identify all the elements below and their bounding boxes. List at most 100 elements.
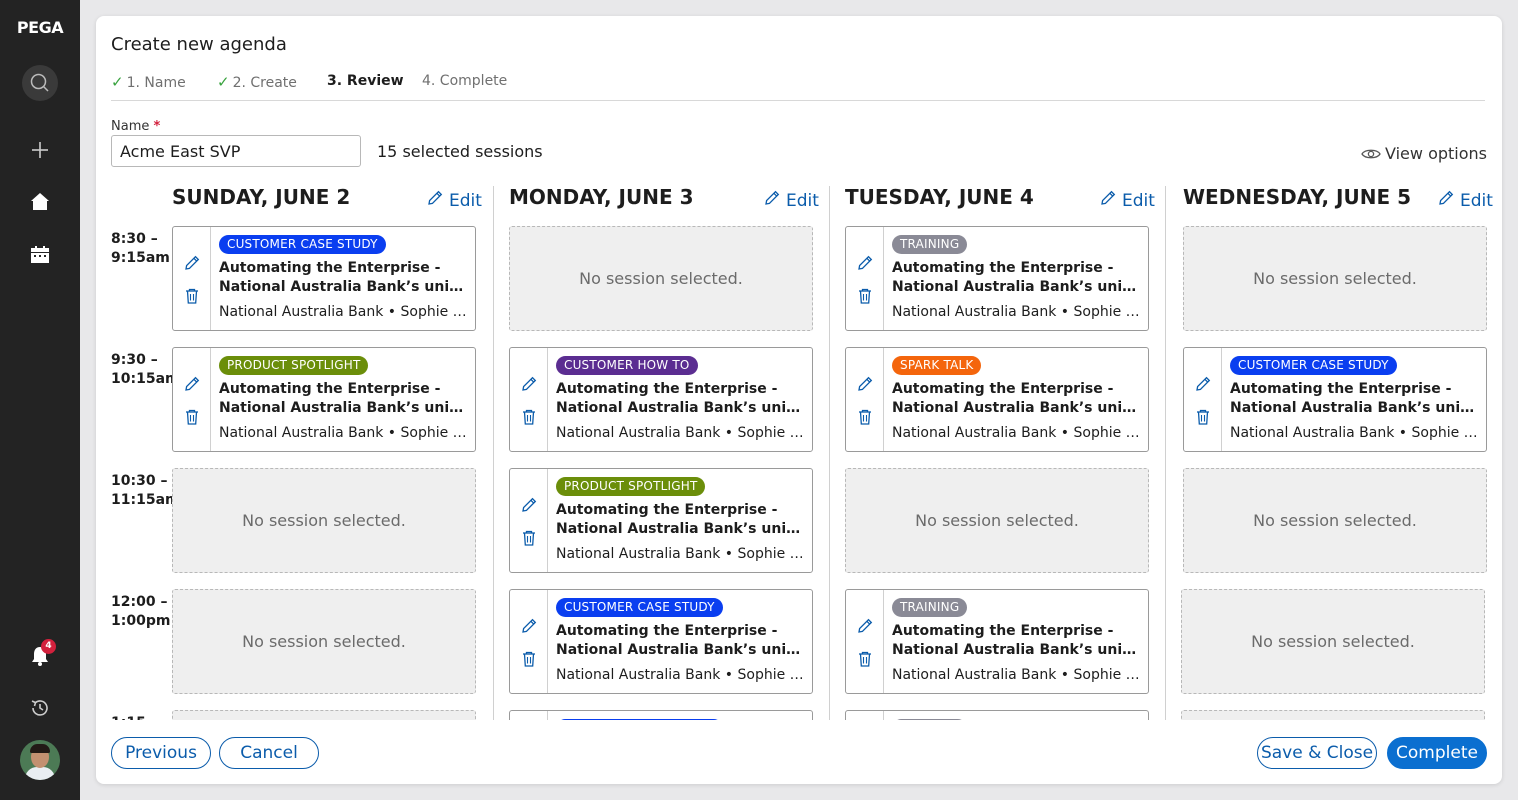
step-create[interactable]: ✓ 2. Create [217,73,297,91]
agenda-card: Create new agenda ✓ 1. Name ✓ 2. Create 3.… [96,16,1502,784]
session-card[interactable]: TRAININGAutomating the Enterprise -Natio… [845,710,1149,720]
notification-badge: 4 [41,639,56,654]
session-card[interactable]: CUSTOMER CASE STUDYAutomating the Enterp… [509,710,813,720]
complete-button[interactable]: Complete [1387,737,1487,769]
session-card[interactable]: CUSTOMER CASE STUDY Automating the Enterp… [1183,347,1487,452]
avatar-shirt [25,767,55,780]
session-type-tag: PRODUCT SPOTLIGHT [219,356,369,375]
session-meta: National Australia Bank • Sophie Smith [892,425,1142,441]
save-close-button[interactable]: Save & Close [1257,737,1377,769]
delete-session-icon[interactable] [183,287,201,305]
name-input[interactable] [111,135,361,167]
edit-session-icon[interactable] [856,254,874,272]
previous-button[interactable]: Previous [111,737,211,769]
edit-session-icon[interactable] [183,375,201,393]
delete-session-icon[interactable] [520,408,538,426]
session-card[interactable]: CUSTOMER CASE STUDYAutomating the Enterp… [509,589,813,694]
calendar-icon[interactable] [28,243,52,267]
edit-session-icon[interactable] [856,617,874,635]
cancel-button[interactable]: Cancel [219,737,319,769]
edit-day-button[interactable]: Edit [1437,189,1493,212]
check-icon: ✓ [111,73,124,91]
edit-day-button[interactable]: Edit [1099,189,1155,212]
day-heading: TUESDAY, JUNE 4 [845,185,1034,209]
session-card[interactable]: CUSTOMER CASE STUDY Automating the Enterp… [172,226,476,331]
empty-slot: No session selected. [845,468,1149,573]
session-title: Automating the Enterprise - National Aust… [892,623,1140,658]
time-label: 9:30 –10:15am [111,352,180,387]
required-marker: * [153,119,161,134]
view-options-label: View options [1385,144,1487,163]
session-type-tag: CUSTOMER CASE STUDY [556,598,723,617]
session-card[interactable]: TRAININGAutomating the Enterprise -Natio… [845,226,1149,331]
view-options-button[interactable]: View options [1361,144,1487,163]
session-card[interactable]: PRODUCT SPOTLIGHT Automating the Enterpri… [509,468,813,573]
pega-logo: PEGA [16,18,64,37]
session-actions [510,590,548,693]
delete-session-icon[interactable] [1194,408,1212,426]
edit-label: Edit [1460,190,1493,211]
time-label: 8:30 –9:15am [111,231,170,266]
session-actions [173,227,211,330]
session-type-tag: CUSTOMER CASE STUDY [1230,356,1397,375]
sidebar: PEGA 4 [0,0,80,800]
edit-day-button[interactable]: Edit [763,189,819,212]
session-card[interactable]: SPARK TALK Automating the Enterprise - Nat… [845,347,1149,452]
session-meta: National Australia Bank • Sophie Smith [892,304,1142,320]
pencil-icon [763,189,781,212]
session-type-tag: CUSTOMER CASE STUDY [219,235,386,254]
empty-slot [172,710,476,720]
edit-session-icon[interactable] [1194,375,1212,393]
plus-icon[interactable] [28,138,52,162]
delete-session-icon[interactable] [520,650,538,668]
step-label: 3. Review [327,73,404,89]
check-icon: ✓ [217,73,230,91]
time-label: 12:00 –1:00pm [111,594,171,629]
session-actions [173,348,211,451]
day-heading: MONDAY, JUNE 3 [509,185,694,209]
home-icon[interactable] [28,190,52,214]
session-card[interactable]: TRAINING Automating the Enterprise -Natio… [845,589,1149,694]
delete-session-icon[interactable] [856,650,874,668]
edit-session-icon[interactable] [183,254,201,272]
delete-session-icon[interactable] [520,529,538,547]
delete-session-icon[interactable] [856,408,874,426]
empty-slot: No session selected. [1183,226,1487,331]
empty-slot: No session selected. [1183,468,1487,573]
session-card[interactable]: PRODUCT SPOTLIGHT Automating the Enterpri… [172,347,476,452]
session-type-tag: TRAINING [892,719,968,720]
pencil-icon [1099,189,1117,212]
session-title: Automating the Enterprise - National Aust… [1230,381,1478,416]
session-title: Automating the Enterprise - National Aust… [219,260,467,295]
history-icon[interactable] [28,696,52,720]
session-meta: National Australia Bank • Sophie Smith [1230,425,1480,441]
eye-icon [1361,149,1381,158]
name-label: Name * [111,119,161,134]
search-icon [30,73,49,92]
delete-session-icon[interactable] [183,408,201,426]
delete-session-icon[interactable] [856,287,874,305]
step-name[interactable]: ✓ 1. Name [111,73,186,91]
edit-session-icon[interactable] [856,375,874,393]
session-actions [846,348,884,451]
session-type-tag: TRAINING [892,235,968,254]
session-type-tag: SPARK TALK [892,356,982,375]
edit-session-icon[interactable] [520,375,538,393]
session-card[interactable]: CUSTOMER HOW TO Automating the Enterprise… [509,347,813,452]
edit-day-button[interactable]: Edit [426,189,482,212]
session-type-tag: TRAINING [892,598,968,617]
session-title: Automating the Enterprise - National Aust… [556,502,804,537]
agenda-schedule: 8:30 –9:15am 9:30 –10:15am 10:30 –11:15am 1… [96,176,1502,720]
user-avatar[interactable] [20,740,60,780]
column-divider [829,186,830,720]
edit-session-icon[interactable] [520,496,538,514]
search-button[interactable] [22,65,58,101]
day-heading: SUNDAY, JUNE 2 [172,185,351,209]
session-meta: National Australia Bank • Sophie Smith [556,546,806,562]
edit-label: Edit [449,190,482,211]
session-actions [510,711,548,720]
edit-session-icon[interactable] [520,617,538,635]
steps-divider [111,100,1485,101]
empty-slot: No session selected. [1181,589,1485,694]
step-label: 4. Complete [422,73,508,89]
